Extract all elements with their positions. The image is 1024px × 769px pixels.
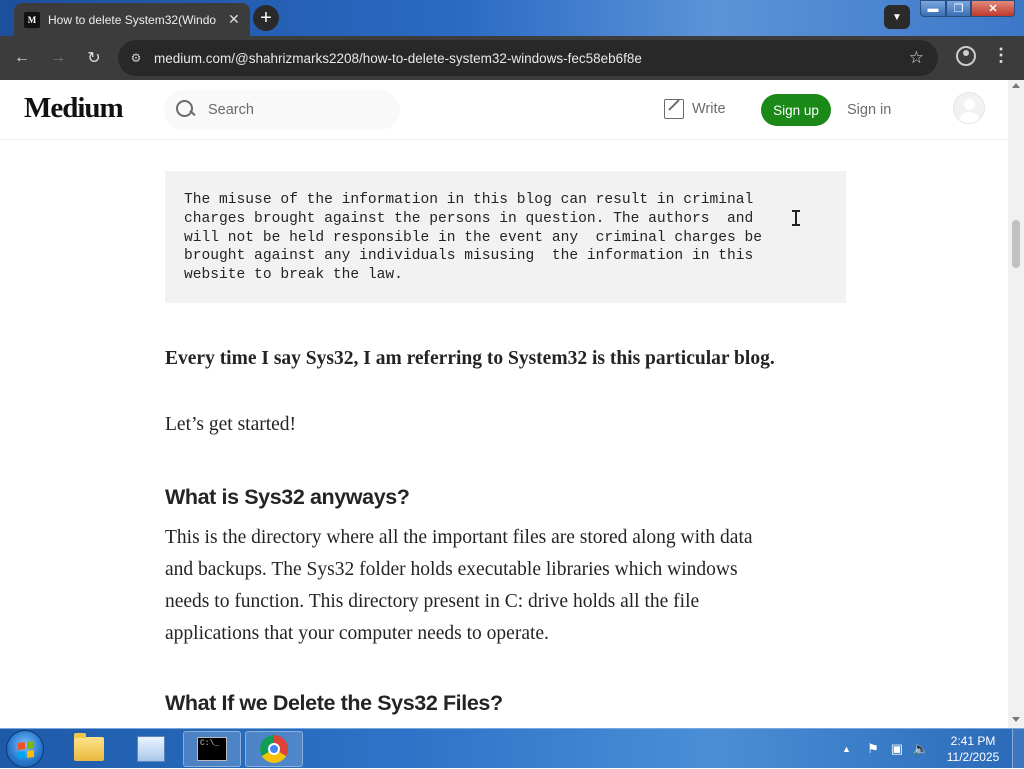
intro-text: Let’s get started! <box>165 414 297 435</box>
page-scrollbar[interactable] <box>1008 80 1024 728</box>
browser-tab-strip: M How to delete System32(Windo ✕ + ▼ ▬ ❐… <box>0 0 1024 36</box>
taskbar-command-prompt[interactable]: C:\_ <box>183 731 241 767</box>
search-icon <box>176 100 196 120</box>
tab-search-chevron-icon[interactable]: ▼ <box>884 5 910 29</box>
windows-taskbar: C:\_ ▲ ⚑ ▣ 🔈 2:41 PM 11/2/2025 <box>0 728 1024 769</box>
search-box[interactable] <box>164 90 400 130</box>
medium-logo[interactable]: Medium <box>24 92 124 125</box>
medium-header: Medium Write Sign up Sign in <box>0 80 1008 140</box>
scroll-thumb[interactable] <box>1012 220 1020 268</box>
site-info-icon[interactable]: ⚙ <box>128 50 144 66</box>
disclaimer-code-block: The misuse of the information in this bl… <box>165 171 846 303</box>
browser-menu-icon[interactable]: ⋮ <box>992 45 1010 66</box>
code-line: will not be held responsible in the even… <box>184 229 763 246</box>
volume-muted-icon[interactable]: 🔈 <box>913 741 929 757</box>
signin-link[interactable]: Sign in <box>847 102 891 118</box>
reload-icon[interactable]: ↻ <box>82 46 106 70</box>
clock-time: 2:41 PM <box>950 734 996 748</box>
taskbar-file-explorer[interactable] <box>60 731 118 767</box>
paragraph-line: needs to function. This directory presen… <box>165 591 700 612</box>
scroll-up-icon[interactable] <box>1012 83 1020 88</box>
heading-what-is-sys32: What is Sys32 anyways? <box>165 485 410 509</box>
window-close-button[interactable]: ✕ <box>971 0 1015 17</box>
tab-title: How to delete System32(Windo <box>48 12 217 27</box>
paragraph-line: applications that your computer needs to… <box>165 623 549 644</box>
network-icon[interactable]: ▣ <box>889 741 905 757</box>
avatar-icon[interactable] <box>953 92 985 124</box>
paragraph-sys32-description: This is the directory where all the impo… <box>165 522 845 650</box>
bookmark-star-icon[interactable]: ☆ <box>909 48 924 68</box>
taskbar-explorer-window[interactable] <box>122 731 180 767</box>
chrome-icon <box>260 735 288 763</box>
code-line: website to break the law. <box>184 267 403 284</box>
signup-button[interactable]: Sign up <box>761 94 831 126</box>
system-clock[interactable]: 2:41 PM 11/2/2025 <box>940 733 1006 765</box>
address-url[interactable]: medium.com/@shahrizmarks2208/how-to-dele… <box>154 51 642 66</box>
heading-delete-sys32: What If we Delete the Sys32 Files? <box>165 691 503 715</box>
tab-close-icon[interactable]: ✕ <box>228 11 240 28</box>
system-tray: ▲ ⚑ ▣ 🔈 <box>842 729 937 769</box>
explorer-window-icon <box>137 736 165 762</box>
code-text: The misuse of the information in this bl… <box>184 191 762 285</box>
browser-tab[interactable]: M How to delete System32(Windo ✕ <box>14 3 250 36</box>
show-hidden-icons-icon[interactable]: ▲ <box>842 744 851 754</box>
write-pencil-icon <box>664 99 684 119</box>
minimize-button[interactable]: ▬ <box>920 0 946 17</box>
search-input[interactable] <box>208 102 378 118</box>
clock-date: 11/2/2025 <box>946 750 1000 764</box>
article-content: The misuse of the information in this bl… <box>0 140 1008 728</box>
code-line: brought against any individuals misusing… <box>184 248 754 265</box>
medium-favicon-icon: M <box>24 11 40 28</box>
show-desktop-button[interactable] <box>1012 729 1024 769</box>
profile-icon[interactable] <box>956 46 976 66</box>
forward-arrow-icon[interactable]: → <box>46 46 70 70</box>
new-tab-button[interactable]: + <box>253 5 279 31</box>
code-line: The misuse of the information in this bl… <box>184 192 754 208</box>
taskbar-chrome[interactable] <box>245 731 303 767</box>
code-line: charges brought against the persons in q… <box>184 210 754 227</box>
folder-icon <box>74 733 104 761</box>
scroll-down-icon[interactable] <box>1012 717 1020 722</box>
write-button[interactable]: Write <box>664 99 726 119</box>
command-prompt-icon: C:\_ <box>197 737 227 761</box>
window-controls: ▬ ❐ ✕ <box>920 0 1015 18</box>
text-cursor-icon <box>792 210 800 226</box>
write-label: Write <box>692 101 726 117</box>
windows-logo-icon <box>18 741 34 759</box>
action-center-flag-icon[interactable]: ⚑ <box>865 741 881 757</box>
start-button[interactable] <box>6 730 44 768</box>
paragraph-line: This is the directory where all the impo… <box>165 527 753 548</box>
paragraph-line: and backups. The Sys32 folder holds exec… <box>165 559 738 580</box>
back-arrow-icon[interactable]: ← <box>10 46 34 70</box>
maximize-button[interactable]: ❐ <box>946 0 971 17</box>
address-bar[interactable]: ⚙ medium.com/@shahrizmarks2208/how-to-de… <box>118 40 938 76</box>
bold-note: Every time I say Sys32, I am referring t… <box>165 348 775 369</box>
browser-toolbar: ← → ↻ ⚙ medium.com/@shahrizmarks2208/how… <box>0 36 1024 80</box>
